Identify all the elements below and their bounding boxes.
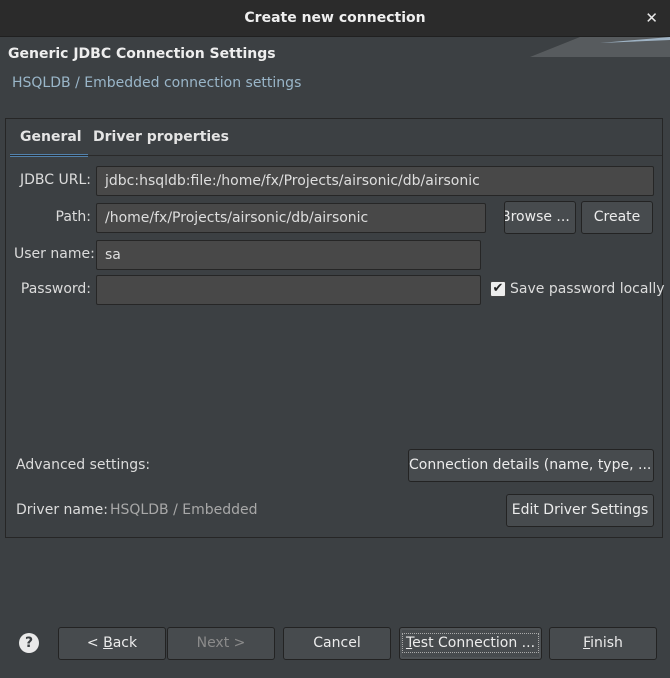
back-button[interactable]: < Back: [58, 627, 166, 660]
help-icon[interactable]: ?: [19, 633, 39, 653]
header-title: Generic JDBC Connection Settings: [8, 46, 276, 62]
save-password-checkbox[interactable]: ✔: [490, 281, 506, 297]
jdbc-url-input[interactable]: jdbc:hsqldb:file:/home/fx/Projects/airso…: [96, 166, 654, 196]
advanced-settings-label: Advanced settings:: [16, 457, 151, 473]
dialog-header: Generic JDBC Connection Settings HSQLDB …: [0, 37, 670, 105]
window-title: Create new connection: [244, 10, 426, 26]
title-bar: Create new connection ✕: [0, 0, 670, 37]
cancel-button[interactable]: Cancel: [283, 627, 391, 660]
user-name-label: User name:: [14, 246, 95, 262]
path-input[interactable]: /home/fx/Projects/airsonic/db/airsonic: [96, 203, 486, 233]
test-connection-label: Test Connection ...: [401, 633, 540, 653]
path-label: Path:: [55, 209, 91, 225]
password-label: Password:: [20, 281, 91, 297]
create-button[interactable]: Create: [581, 201, 653, 234]
tab-general[interactable]: General: [10, 121, 88, 157]
finish-button[interactable]: Finish: [549, 627, 657, 660]
tab-divider: [10, 155, 662, 156]
save-password-label[interactable]: Save password locally: [510, 281, 665, 297]
banner-decoration: [530, 37, 670, 57]
user-name-input[interactable]: sa: [96, 240, 481, 270]
test-rest: est Connection ...: [412, 635, 536, 651]
header-subtitle: HSQLDB / Embedded connection settings: [12, 75, 302, 91]
next-button[interactable]: Next >: [167, 627, 275, 660]
jdbc-url-label: JDBC URL:: [20, 172, 91, 188]
back-mnemonic: B: [103, 635, 113, 651]
edit-driver-settings-button[interactable]: Edit Driver Settings: [506, 494, 654, 527]
browse-button-label: Browse ...: [504, 209, 570, 225]
finish-rest: inish: [590, 635, 623, 651]
connection-details-button[interactable]: Connection details (name, type, ... ): [408, 449, 654, 482]
password-input[interactable]: [96, 275, 481, 305]
browse-button[interactable]: Browse ...: [504, 201, 576, 234]
test-connection-button[interactable]: Test Connection ...: [399, 627, 542, 660]
tab-driver-properties[interactable]: Driver properties: [93, 121, 229, 154]
driver-name-label: Driver name:: [16, 502, 108, 518]
close-icon[interactable]: ✕: [645, 0, 658, 36]
back-rest: ack: [112, 635, 138, 651]
back-prefix: <: [86, 635, 104, 651]
driver-name-value: HSQLDB / Embedded: [110, 502, 258, 518]
